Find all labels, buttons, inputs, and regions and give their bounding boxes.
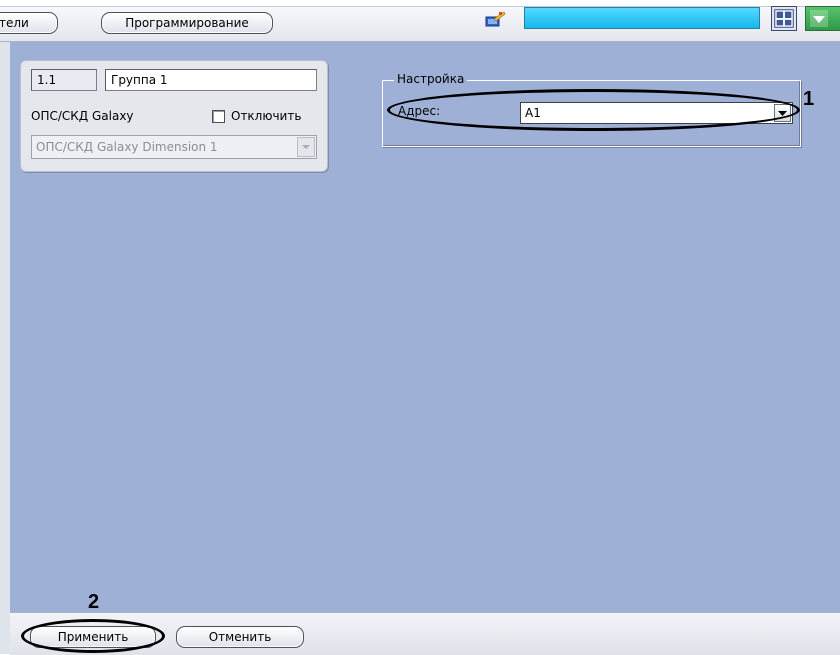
callout-number-1: 1 bbox=[803, 88, 815, 110]
callout-number-2: 2 bbox=[88, 591, 100, 613]
settings-group-title: Настройка bbox=[394, 72, 468, 86]
apply-button[interactable]: Применить bbox=[30, 626, 156, 648]
disable-checkbox-label[interactable]: Отключить bbox=[231, 109, 301, 123]
status-indicator-bar bbox=[524, 7, 760, 29]
cancel-button[interactable]: Отменить bbox=[176, 626, 304, 648]
address-select-arrow[interactable] bbox=[774, 104, 791, 122]
address-select[interactable]: A1 bbox=[520, 102, 793, 124]
address-label: Адрес: bbox=[398, 104, 441, 118]
object-card: 1.1 Группа 1 ОПС/СКД Galaxy Отключить ОП… bbox=[20, 60, 328, 172]
parent-device-select: ОПС/СКД Galaxy Dimension 1 bbox=[31, 135, 317, 159]
parent-device-label: ОПС/СКД Galaxy bbox=[31, 109, 134, 123]
object-name-field[interactable]: Группа 1 bbox=[105, 69, 317, 91]
chevron-down-icon bbox=[778, 111, 787, 116]
tab-left-partial[interactable]: тели bbox=[0, 12, 58, 34]
chevron-down-icon bbox=[302, 145, 310, 149]
dropdown-menu-button[interactable] bbox=[805, 6, 840, 31]
parent-device-select-value: ОПС/СКД Galaxy Dimension 1 bbox=[36, 140, 218, 154]
disable-checkbox[interactable] bbox=[212, 110, 225, 123]
select-arrow-disabled bbox=[297, 137, 315, 157]
window-edit-icon[interactable] bbox=[484, 11, 506, 27]
object-id-field[interactable]: 1.1 bbox=[31, 69, 97, 91]
address-select-value: A1 bbox=[525, 106, 541, 120]
tab-programming[interactable]: Программирование bbox=[101, 12, 273, 34]
chevron-down-icon bbox=[810, 10, 828, 27]
app-window: тели Программирование 1.1 Группа 1 ОПС/С… bbox=[0, 0, 840, 655]
layout-grid-icon[interactable] bbox=[771, 6, 797, 31]
